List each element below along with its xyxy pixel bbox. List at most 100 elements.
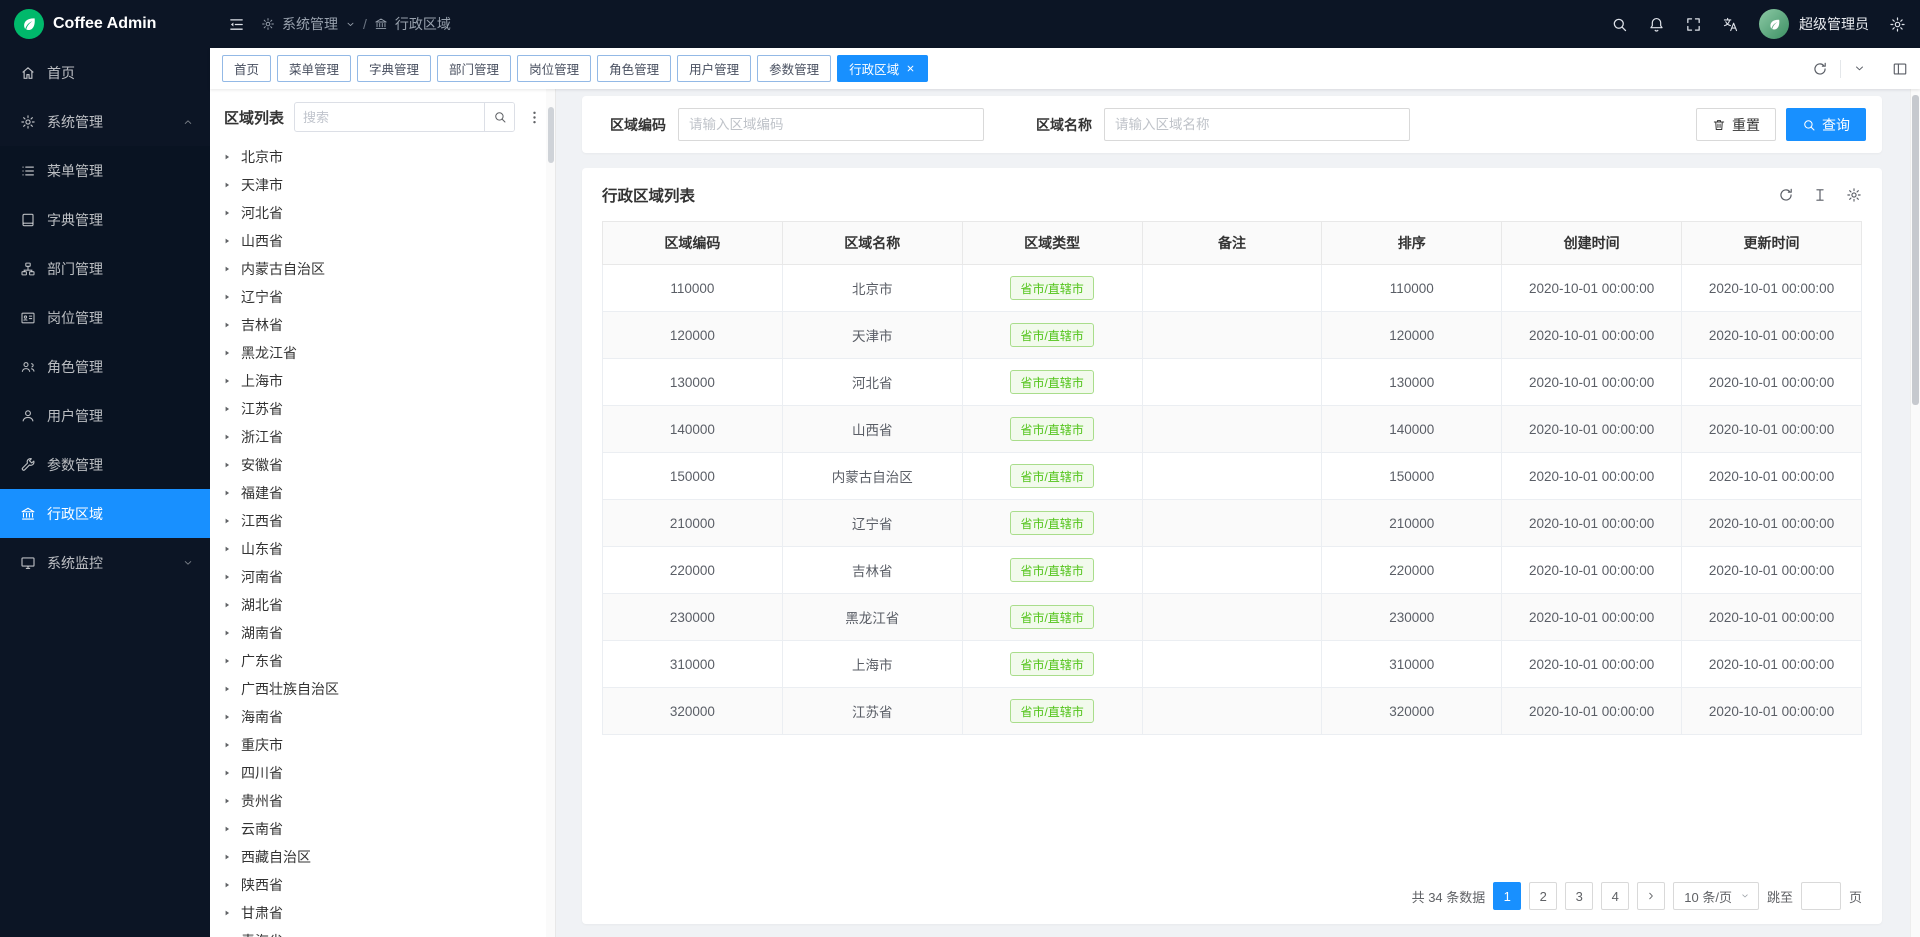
- tab-close-icon[interactable]: [905, 63, 916, 74]
- caret-right-icon[interactable]: [222, 740, 232, 750]
- caret-right-icon[interactable]: [222, 208, 232, 218]
- caret-right-icon[interactable]: [222, 488, 232, 498]
- region-name-input[interactable]: [1104, 108, 1410, 141]
- tree-item[interactable]: 北京市: [222, 143, 555, 171]
- caret-right-icon[interactable]: [222, 376, 232, 386]
- breadcrumb-section[interactable]: 系统管理: [282, 14, 338, 34]
- reset-button[interactable]: 重置: [1696, 108, 1776, 141]
- tab[interactable]: 用户管理: [677, 55, 751, 82]
- caret-right-icon[interactable]: [222, 572, 232, 582]
- tree-item[interactable]: 上海市: [222, 367, 555, 395]
- page-button[interactable]: 1: [1493, 882, 1521, 910]
- tab[interactable]: 行政区域: [837, 55, 928, 82]
- tree-item[interactable]: 海南省: [222, 703, 555, 731]
- tree-search-input[interactable]: [295, 110, 484, 125]
- tree-search-button[interactable]: [484, 103, 514, 131]
- caret-right-icon[interactable]: [222, 460, 232, 470]
- sidebar-subitem[interactable]: 参数管理: [0, 440, 210, 489]
- language-icon[interactable]: [1722, 16, 1739, 33]
- tree-item[interactable]: 江西省: [222, 507, 555, 535]
- tab[interactable]: 字典管理: [357, 55, 431, 82]
- user-name[interactable]: 超级管理员: [1799, 14, 1869, 34]
- caret-right-icon[interactable]: [222, 404, 232, 414]
- page-button[interactable]: 3: [1565, 882, 1593, 910]
- query-button[interactable]: 查询: [1786, 108, 1866, 141]
- tree-item[interactable]: 甘肃省: [222, 899, 555, 927]
- caret-right-icon[interactable]: [222, 656, 232, 666]
- tab[interactable]: 角色管理: [597, 55, 671, 82]
- tree-item[interactable]: 天津市: [222, 171, 555, 199]
- tab[interactable]: 首页: [222, 55, 271, 82]
- tree-item[interactable]: 浙江省: [222, 423, 555, 451]
- caret-right-icon[interactable]: [222, 432, 232, 442]
- caret-right-icon[interactable]: [222, 292, 232, 302]
- sidebar-group-system[interactable]: 系统管理: [0, 97, 210, 146]
- sidebar-item-home[interactable]: 首页: [0, 48, 210, 97]
- caret-right-icon[interactable]: [222, 180, 232, 190]
- page-button[interactable]: 4: [1601, 882, 1629, 910]
- sidebar-subitem[interactable]: 字典管理: [0, 195, 210, 244]
- refresh-icon[interactable]: [1812, 61, 1828, 77]
- caret-right-icon[interactable]: [222, 628, 232, 638]
- tree-item[interactable]: 内蒙古自治区: [222, 255, 555, 283]
- caret-right-icon[interactable]: [222, 908, 232, 918]
- caret-right-icon[interactable]: [222, 348, 232, 358]
- tree-item[interactable]: 西藏自治区: [222, 843, 555, 871]
- tab[interactable]: 菜单管理: [277, 55, 351, 82]
- sidebar-subitem[interactable]: 角色管理: [0, 342, 210, 391]
- sidebar-subitem[interactable]: 用户管理: [0, 391, 210, 440]
- page-button[interactable]: 2: [1529, 882, 1557, 910]
- next-page-button[interactable]: [1637, 882, 1665, 910]
- tree-menu-button[interactable]: [525, 109, 543, 126]
- tree-item[interactable]: 吉林省: [222, 311, 555, 339]
- tree-item[interactable]: 云南省: [222, 815, 555, 843]
- caret-right-icon[interactable]: [222, 796, 232, 806]
- tree-item[interactable]: 河北省: [222, 199, 555, 227]
- sidebar-subitem[interactable]: 菜单管理: [0, 146, 210, 195]
- app-logo[interactable]: Coffee Admin: [0, 0, 210, 48]
- caret-right-icon[interactable]: [222, 684, 232, 694]
- tree-item[interactable]: 湖北省: [222, 591, 555, 619]
- caret-right-icon[interactable]: [222, 236, 232, 246]
- sidebar-subitem[interactable]: 岗位管理: [0, 293, 210, 342]
- search-icon[interactable]: [1611, 16, 1628, 33]
- column-settings-gear-icon[interactable]: [1846, 187, 1862, 203]
- sidebar-group-monitor[interactable]: 系统监控: [0, 538, 210, 587]
- tree-item[interactable]: 安徽省: [222, 451, 555, 479]
- tab[interactable]: 部门管理: [437, 55, 511, 82]
- tree-item[interactable]: 辽宁省: [222, 283, 555, 311]
- bell-icon[interactable]: [1648, 16, 1665, 33]
- tab[interactable]: 岗位管理: [517, 55, 591, 82]
- tree-scrollbar[interactable]: [546, 89, 555, 937]
- page-scrollbar[interactable]: [1910, 89, 1920, 937]
- tree-item[interactable]: 重庆市: [222, 731, 555, 759]
- caret-right-icon[interactable]: [222, 768, 232, 778]
- tree-item[interactable]: 黑龙江省: [222, 339, 555, 367]
- caret-right-icon[interactable]: [222, 320, 232, 330]
- tree-item[interactable]: 广东省: [222, 647, 555, 675]
- tree-scrollbar-thumb[interactable]: [548, 107, 554, 163]
- tree-item[interactable]: 四川省: [222, 759, 555, 787]
- tree-item[interactable]: 陕西省: [222, 871, 555, 899]
- chevron-down-icon[interactable]: [1853, 62, 1866, 75]
- page-size-select[interactable]: 10 条/页: [1673, 882, 1759, 910]
- avatar[interactable]: [1759, 9, 1789, 39]
- menu-fold-icon[interactable]: [228, 16, 245, 33]
- page-scrollbar-thumb[interactable]: [1912, 95, 1919, 405]
- caret-right-icon[interactable]: [222, 600, 232, 610]
- jump-page-input[interactable]: [1801, 882, 1841, 910]
- tree-item[interactable]: 福建省: [222, 479, 555, 507]
- tree-item[interactable]: 湖南省: [222, 619, 555, 647]
- caret-right-icon[interactable]: [222, 852, 232, 862]
- layout-icon[interactable]: [1892, 61, 1908, 77]
- caret-right-icon[interactable]: [222, 264, 232, 274]
- caret-right-icon[interactable]: [222, 880, 232, 890]
- sidebar-subitem[interactable]: 行政区域: [0, 489, 210, 538]
- tree-item[interactable]: 江苏省: [222, 395, 555, 423]
- caret-right-icon[interactable]: [222, 712, 232, 722]
- caret-right-icon[interactable]: [222, 516, 232, 526]
- sidebar-subitem[interactable]: 部门管理: [0, 244, 210, 293]
- caret-right-icon[interactable]: [222, 824, 232, 834]
- region-code-input[interactable]: [678, 108, 984, 141]
- tree-item[interactable]: 青海省: [222, 927, 555, 937]
